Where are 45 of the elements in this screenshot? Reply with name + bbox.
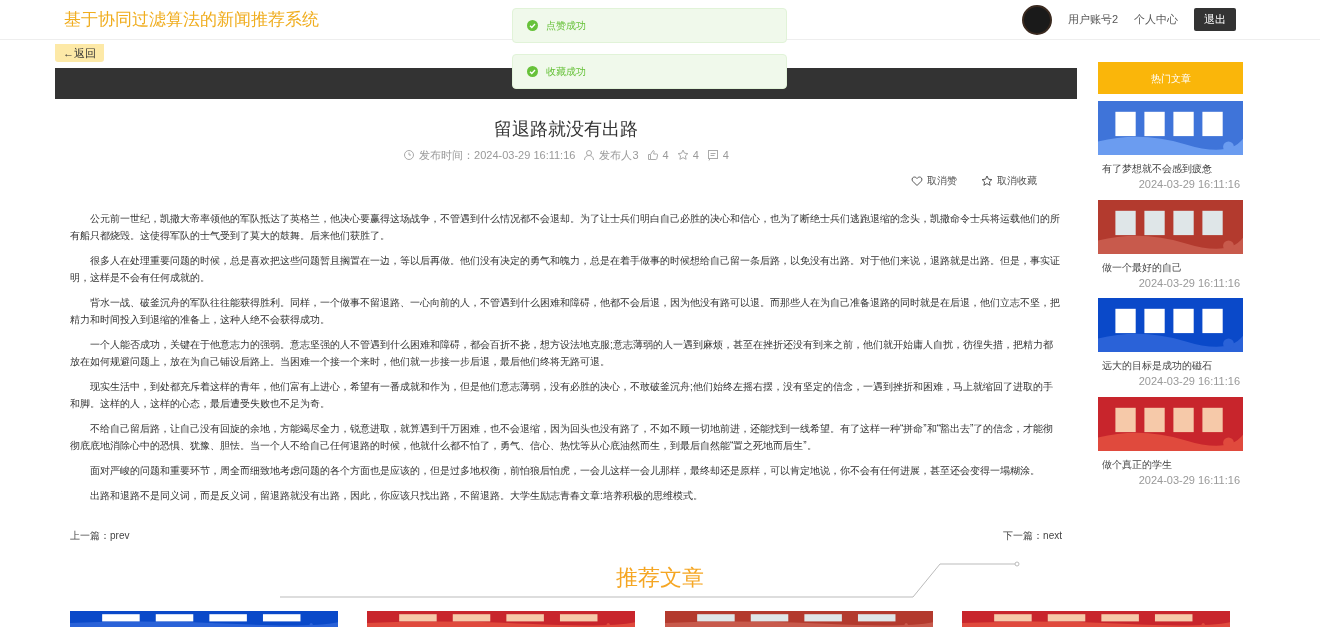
action-link[interactable]: 取消收藏: [997, 173, 1037, 189]
article-date: 2024-03-29 16:11:16: [1137, 177, 1241, 192]
logout-button[interactable]: 退出: [1194, 8, 1236, 31]
meta-text: 4: [722, 147, 729, 163]
meta-text: 4: [692, 147, 699, 163]
article-date: 2024-03-29 16:11:16: [1137, 374, 1241, 389]
article-paragraph: 现实生活中，到处都充斥着这样的青年，他们富有上进心，希望有一番成就和作为，但是他们意志薄弱，没有必胜的决心，不敢破釜沉舟;他们始终左摇右摆，没有坚定的信念，一遇到挫折和困难，马上就缩回了进取的手和脚。这样的人，这样的心态，最后遭受失败也不足为奇。: [69, 380, 1054, 412]
article-title: 留退路就没有出路: [493, 119, 639, 141]
avatar: [1021, 4, 1052, 35]
toast-message: 收藏成功: [546, 65, 586, 79]
nav-link[interactable]: 个人中心: [1134, 11, 1178, 28]
article-paragraph: 背水一战、破釜沉舟的军队往往能获得胜利。同样，一个做事不留退路、一心向前的人，不管遇到什么困难和障碍，他都不会后退，因为他没有路可以退。而那些人在为自己准备退路的同时就是在后退，他们立志不坚，把精力和时间投入到退缩的准备上，这种人绝不会获得成功。: [69, 296, 1061, 328]
meta-text: 4: [662, 147, 669, 163]
section-heading: 热门文章: [1098, 62, 1243, 94]
heart-icon: [911, 174, 923, 187]
article-date: 2024-03-29 16:11:16: [1137, 472, 1241, 488]
person-icon: [583, 148, 596, 161]
prev-link[interactable]: 上一篇：prev: [70, 528, 130, 544]
next-link[interactable]: 下一篇：next: [1003, 528, 1062, 544]
action-link[interactable]: 取消赞: [927, 173, 957, 189]
star-icon: [981, 174, 993, 187]
section-heading: 推荐文章: [616, 564, 704, 593]
toast-message: 点赞成功: [546, 19, 586, 33]
star-icon: [676, 148, 689, 161]
clock-icon: [403, 148, 416, 161]
article-paragraph: 一个人能否成功，关键在于他意志力的强弱。意志坚强的人不管遇到什么困难和障碍，都会百折不挠，想方设法地克服;意志薄弱的人一遇到麻烦，甚至在挫折还没有到来之前，他们就开始庸人自扰，彷徨失措，把精力都放在如何规避问题上，放在为自己铺设后路上。当困难一个接一个来时，他们就一步接一步后退，最后他们终将无路可退。: [69, 338, 1054, 370]
article-paragraph: 面对严峻的问题和重要环节，周全而细致地考虑问题的各个方面也是应该的，但是过多地权衡，前怕狼后怕虎，一会儿这样一会儿那样，最终却还是原样，可以肯定地说，你不会有任何进展，甚至还会变得一塌糊涂。: [89, 464, 1041, 479]
success-icon: [527, 66, 538, 77]
article-paragraph: 不给自己留后路，让自己没有回旋的余地，方能竭尽全力，锐意进取，就算遇到千万困难，也不会退缩，因为回头也没有路了，不如不顾一切地前进，还能找到一线希望。有了这样一种“拼命”和“豁出去”了的信念，才能彻彻底底地消除心中的恐惧、犹豫、胆怯。当一个人不给自己任何退路的时候，他就什么都不怕了，勇气、信心、热忱等从心底油然而生，到最后自然能“置之死地而后生”。: [69, 422, 1055, 454]
article-link[interactable]: 做个真正的学生: [1098, 456, 1243, 472]
success-icon: [527, 20, 538, 31]
meta-text: 发布人3: [599, 147, 639, 163]
article-paragraph: 出路和退路不是同义词，而是反义词，留退路就没有出路，因此，你应该只找出路，不留退路。大学生励志青春文章:培养积极的思维模式。: [89, 489, 704, 504]
comment-icon: [706, 148, 719, 161]
article-paragraph: 很多人在处理重要问题的时候，总是喜欢把这些问题暂且搁置在一边，等以后再做。他们没有决定的勇气和魄力，总是在着手做事的时候想给自己留一条后路，以免没有出路。对于他们来说，退路就是出路。但是，事实证明，这样是不会有任何成就的。: [69, 254, 1061, 286]
article-paragraph: 公元前一世纪，凯撒大帝率领他的军队抵达了英格兰，他决心要赢得这场战争，不管遇到什么情况都不会退却。为了让士兵们明白自己必胜的决心和信心，也为了断绝士兵们逃跑退缩的念头，凯撒命令士兵将运载他们的所有船只都烧毁。这使得军队的士气受到了莫大的鼓舞。后来他们获胜了。: [69, 212, 1061, 244]
article-date: 2024-03-29 16:11:16: [1137, 275, 1241, 291]
article-link[interactable]: 远大的目标是成功的磁石: [1098, 358, 1243, 373]
user-name: 用户账号2: [1067, 12, 1118, 28]
meta-text: 发布时间：2024-03-29 16:11:16: [419, 147, 576, 163]
site-title: 基于协同过滤算法的新闻推荐系统: [64, 8, 319, 31]
thumbs-up-icon: [646, 148, 659, 161]
back-button[interactable]: ←返回: [55, 44, 104, 63]
article-link[interactable]: 有了梦想就不会感到疲惫: [1098, 161, 1243, 176]
article-link[interactable]: 做一个最好的自己: [1098, 259, 1243, 275]
